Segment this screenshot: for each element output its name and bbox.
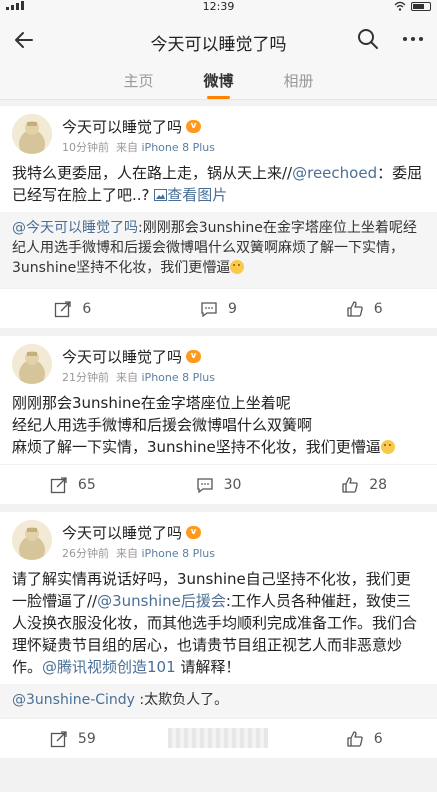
smile-emoji-icon [230,260,245,274]
from-label: 来自 [116,141,138,154]
weibo-post[interactable]: 今天可以睡觉了吗 v 10分钟前 来自 iPhone 8 Plus 我特么更委屈，… [0,106,437,328]
username-text: 今天可以睡觉了吗 [62,118,183,136]
comment-icon [201,301,217,317]
more-icon[interactable] [401,28,425,50]
post-meta: 10分钟前 来自 iPhone 8 Plus [62,139,215,155]
avatar[interactable] [12,520,52,560]
repost-icon [55,300,72,317]
search-icon[interactable] [357,28,379,50]
username[interactable]: 今天可以睡觉了吗 v [62,522,202,543]
tab-weibo[interactable]: 微博 [203,66,234,99]
from-label: 来自 [116,547,138,560]
post-source[interactable]: iPhone 8 Plus [142,371,216,384]
mention-link[interactable]: @reechoed [292,164,377,182]
repost-button[interactable]: 6 [0,289,146,328]
post-line-text: 麻烦了解一下实情，3unshine坚持不化妆，我们更懵逼 [12,438,381,456]
from-label: 来自 [116,371,138,384]
avatar[interactable] [12,114,52,154]
thumbs-up-icon [347,730,363,747]
post-text: 刚刚那会3unshine在金字塔座位上坐着呢 经纪人用选手微博和后援会微博唱什么… [0,384,437,464]
comment-button[interactable]: 30 [146,465,292,504]
profile-tabs: 主页 微博 相册 [0,66,437,100]
wifi-icon [394,1,406,11]
nav-bar: 今天可以睡觉了吗 [0,14,437,66]
post-line: 经纪人用选手微博和后援会微博唱什么双簧啊 [12,416,313,434]
repost-button[interactable]: 59 [0,719,146,758]
like-button[interactable]: 6 [291,289,437,328]
view-images-link[interactable]: 查看图片 [154,186,227,204]
username-text: 今天可以睡觉了吗 [62,348,183,366]
repost-count: 65 [77,476,96,493]
repost-count: 59 [77,730,96,747]
post-line: 刚刚那会3unshine在金字塔座位上坐着呢 [12,394,291,412]
like-count: 28 [369,476,388,493]
image-icon [154,189,168,201]
post-text-part: 我特么更委屈，人在路上走，锅从天上来// [12,164,293,182]
vip-badge-icon: v [186,526,202,539]
comment-count: 9 [228,300,237,317]
mention-link[interactable]: @3unshine-Cindy [12,692,135,708]
post-line: 麻烦了解一下实情，3unshine坚持不化妆，我们更懵逼 [12,436,425,458]
post-meta: 21分钟前 来自 iPhone 8 Plus [62,369,215,385]
thumbs-up-icon [347,300,363,317]
mention-link[interactable]: @3unshine后援会 [97,592,226,610]
comment-icon [196,477,213,493]
repost-icon [50,730,67,747]
username[interactable]: 今天可以睡觉了吗 v [62,346,202,367]
status-bar: 12:39 [0,0,437,14]
view-images-text: 查看图片 [167,186,228,204]
post-time: 21分钟前 [62,371,109,384]
like-button[interactable]: 28 [291,465,437,504]
thumbs-up-icon [342,476,359,493]
tab-home[interactable]: 主页 [123,66,153,99]
status-time: 12:39 [202,0,235,13]
like-count: 6 [373,730,383,747]
tab-album[interactable]: 相册 [284,66,314,99]
post-text: 请了解实情再说话好吗，3unshine自己坚持不化妆，我们更一脸懵逼了//@3u… [0,560,437,684]
avatar[interactable] [12,344,52,384]
like-button[interactable]: 6 [291,719,437,758]
post-text-part: 请解释！ [175,658,241,676]
repost-button[interactable]: 65 [0,465,146,504]
post-time: 10分钟前 [62,141,109,154]
smile-emoji-icon [380,440,395,454]
post-text: 我特么更委屈，人在路上走，锅从天上来//@reechoed：委屈已经写在脸上了吧… [0,154,437,212]
weibo-post[interactable]: 今天可以睡觉了吗 v 21分钟前 来自 iPhone 8 Plus 刚刚那会3un… [0,336,437,504]
repost-icon [50,476,67,493]
post-actions: 65 30 28 [0,464,437,504]
post-actions: 59 6 [0,718,437,758]
post-source[interactable]: iPhone 8 Plus [142,141,216,154]
repost-block[interactable]: @今天可以睡觉了吗:刚刚那会3unshine在金字塔座位上坐着呢经纪人用选手微博… [0,212,437,288]
like-count: 6 [373,300,383,317]
post-meta: 26分钟前 来自 iPhone 8 Plus [62,545,215,561]
username[interactable]: 今天可以睡觉了吗 v [62,116,202,137]
repost-count: 6 [82,300,92,317]
vip-badge-icon: v [186,350,202,363]
watermark [168,728,268,748]
mention-link[interactable]: @今天可以睡觉了吗 [12,220,138,236]
post-actions: 6 9 6 [0,288,437,328]
post-source[interactable]: iPhone 8 Plus [142,547,216,560]
battery-icon [411,1,431,11]
comment-button[interactable]: 9 [146,289,292,328]
username-text: 今天可以睡觉了吗 [62,524,183,542]
repost-block[interactable]: @3unshine-Cindy :太欺负人了。 [0,684,437,718]
vip-badge-icon: v [186,120,202,133]
post-time: 26分钟前 [62,547,109,560]
mention-link[interactable]: @腾讯视频创造101 [42,658,176,676]
weibo-post[interactable]: 今天可以睡觉了吗 v 26分钟前 来自 iPhone 8 Plus 请了解实情再说… [0,512,437,758]
repost-text: :太欺负人了。 [134,692,229,708]
comment-count: 30 [223,476,242,493]
